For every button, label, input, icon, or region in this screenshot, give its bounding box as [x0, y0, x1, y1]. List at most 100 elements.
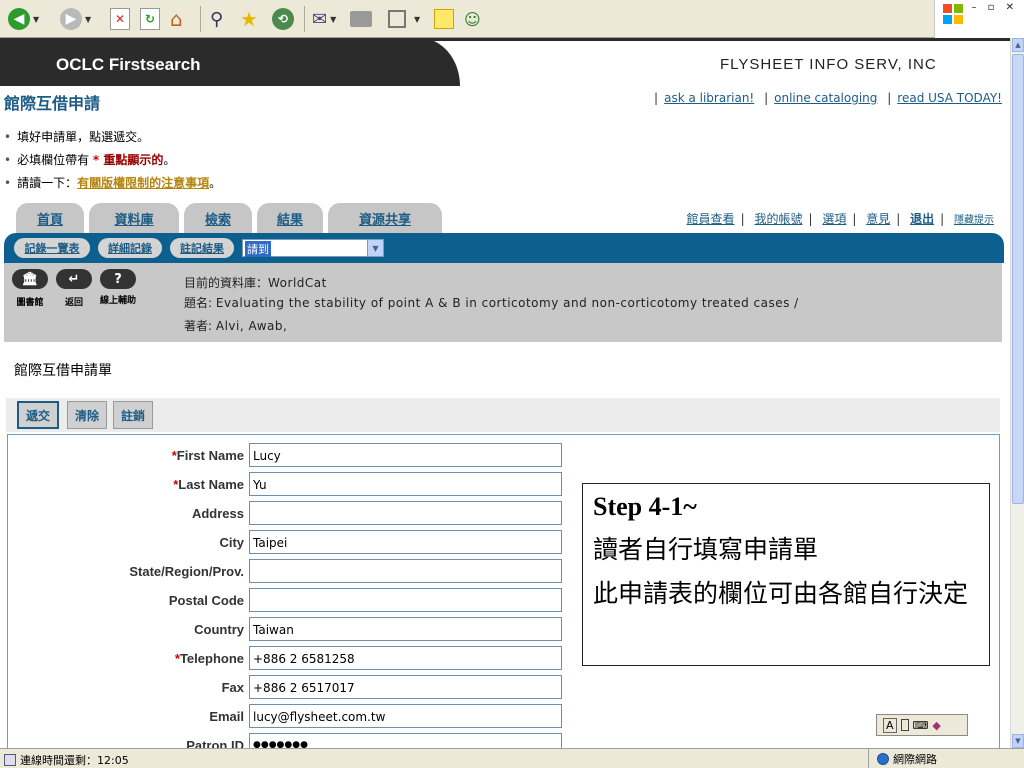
security-zone: 網際網路: [868, 749, 937, 768]
back-button[interactable]: ◀ ▼: [8, 6, 39, 32]
field-city: City Taipei: [8, 530, 608, 554]
state-input[interactable]: [249, 559, 562, 583]
clear-button[interactable]: 清除: [67, 401, 107, 429]
history-button[interactable]: ⟲: [272, 6, 294, 32]
refresh-button[interactable]: ↻: [140, 6, 160, 32]
top-links: | ask a librarian! | online cataloging | re…: [654, 91, 1002, 105]
home-button[interactable]: ⌂: [170, 6, 183, 32]
annotation-step: Step 4-1~: [593, 492, 697, 521]
field-email: Email lucy@flysheet.com.tw: [8, 704, 608, 728]
marked-records-button[interactable]: 註記結果: [170, 238, 234, 258]
country-input[interactable]: Taiwan: [249, 617, 562, 641]
ime-mode-icon: A: [883, 717, 897, 733]
goto-select[interactable]: 請到 ▼: [242, 239, 384, 257]
windows-logo: – ▫ ✕: [934, 0, 1024, 38]
copyright-notice-link[interactable]: 有關版權限制的注意事項: [77, 176, 209, 190]
postal-code-input[interactable]: [249, 588, 562, 612]
link-comments[interactable]: 意見: [866, 212, 890, 226]
library-icon: 🏛: [21, 271, 39, 287]
note-item: 必填欄位帶有 * 重點顯示的。: [4, 149, 221, 172]
tab-results[interactable]: 結果: [257, 203, 323, 233]
edit-button[interactable]: ▼: [388, 6, 420, 32]
field-last-name: *Last Name Yu: [8, 472, 608, 496]
fax-input[interactable]: +886 2 6517017: [249, 675, 562, 699]
forward-icon: ▶: [60, 8, 82, 30]
search-icon: ⚲: [210, 8, 224, 30]
internet-zone-icon: [877, 752, 889, 765]
search-button[interactable]: ⚲: [210, 6, 223, 32]
link-ask-librarian[interactable]: ask a librarian!: [664, 91, 754, 105]
vertical-scrollbar[interactable]: ▲ ▼: [1010, 38, 1024, 748]
stop-button[interactable]: ✕: [110, 6, 130, 32]
forward-button[interactable]: ▶ ▼: [60, 6, 91, 32]
brand-name: OCLC Firstsearch: [56, 55, 201, 74]
link-staff-view[interactable]: 館員查看: [687, 212, 735, 226]
last-name-input[interactable]: Yu: [249, 472, 562, 496]
email-input[interactable]: lucy@flysheet.com.tw: [249, 704, 562, 728]
link-usa-today[interactable]: read USA TODAY!: [897, 91, 1002, 105]
city-input[interactable]: Taipei: [249, 530, 562, 554]
edit-icon: [388, 10, 406, 28]
site-header: OCLC Firstsearch FLYSHEET INFO SERV, INC: [0, 38, 1010, 86]
favorites-icon: ★: [240, 7, 258, 31]
return-label: 返回: [64, 298, 83, 308]
back-icon: ◀: [8, 8, 30, 30]
library-button[interactable]: 🏛: [12, 269, 48, 289]
ime-toolbar[interactable]: A ⌨ ◆: [876, 714, 968, 736]
field-state: State/Region/Prov.: [8, 559, 608, 583]
cancel-button[interactable]: 註銷: [113, 401, 153, 429]
help-button[interactable]: ?: [100, 269, 136, 289]
field-telephone: *Telephone +886 2 6581258: [8, 646, 608, 670]
keyboard-icon: ⌨: [912, 718, 929, 732]
first-name-input[interactable]: Lucy: [249, 443, 562, 467]
results-subbar: 記錄一覽表 詳細記錄 註記結果 請到 ▼: [4, 233, 1004, 263]
instruction-notes: 填好申請單，點選遞交。 必填欄位帶有 * 重點顯示的。 請讀一下：有關版權限制的…: [4, 126, 221, 195]
field-fax: Fax +886 2 6517017: [8, 675, 608, 699]
return-button[interactable]: ↵: [56, 269, 92, 289]
link-my-account[interactable]: 我的帳號: [754, 212, 802, 226]
help-label: 線上輔助: [99, 296, 136, 306]
messenger-button[interactable]: ☺: [464, 6, 481, 32]
tab-databases[interactable]: 資料庫: [89, 203, 179, 233]
annotation-line1: 讀者自行填寫申請單: [593, 535, 819, 564]
tab-search[interactable]: 檢索: [184, 203, 252, 233]
telephone-input[interactable]: +886 2 6581258: [249, 646, 562, 670]
detailed-record-button[interactable]: 詳細記錄: [98, 238, 162, 258]
help-icon: ?: [114, 271, 122, 287]
print-button[interactable]: [350, 6, 372, 32]
form-title: 館際互借申請單: [14, 363, 112, 379]
submit-button[interactable]: 遞交: [17, 401, 59, 429]
address-input[interactable]: [249, 501, 562, 525]
browser-toolbar: ◀ ▼ ▶ ▼ ✕ ↻ ⌂ ⚲ ★ ⟲ ✉ ▼ ▼ ☺ – ▫ ✕: [0, 0, 1024, 38]
tab-resource-sharing[interactable]: 資源共享: [328, 203, 442, 233]
notes-button[interactable]: [434, 6, 454, 32]
scroll-up-icon[interactable]: ▲: [1012, 38, 1024, 52]
print-icon: [350, 11, 372, 27]
record-list-button[interactable]: 記錄一覽表: [14, 238, 90, 258]
note-item: 請讀一下：有關版權限制的注意事項。: [4, 172, 221, 195]
account-links: 館員查看 | 我的帳號 | 選項 | 意見 | 退出 | 隱藏提示: [686, 212, 994, 226]
page-icon: [4, 754, 16, 766]
institution-name: FLYSHEET INFO SERV, INC: [720, 56, 937, 73]
window-controls[interactable]: – ▫ ✕: [971, 2, 1018, 13]
mail-button[interactable]: ✉ ▼: [312, 6, 336, 32]
chevron-down-icon: ▼: [367, 240, 383, 256]
link-hide-tips[interactable]: 隱藏提示: [954, 215, 994, 226]
library-label: 圖書館: [16, 298, 44, 308]
favorites-button[interactable]: ★: [240, 6, 258, 32]
status-bar: 連線時間還剩：12:05 網際網路: [0, 748, 1024, 768]
scroll-down-icon[interactable]: ▼: [1012, 734, 1024, 748]
mail-icon: ✉: [312, 8, 328, 30]
tab-home[interactable]: 首頁: [16, 203, 84, 233]
messenger-icon: ☺: [464, 9, 481, 29]
link-options[interactable]: 選項: [822, 212, 846, 226]
record-title: 題名: Evaluating the stability of point A …: [184, 296, 799, 310]
link-exit[interactable]: 退出: [910, 212, 934, 226]
record-info-panel: 🏛 ↵ ? 圖書館 返回 線上輔助 目前的資料庫：WorldCat 題名: Ev…: [4, 263, 1002, 342]
status-text: 連線時間還剩：12:05: [20, 754, 129, 767]
link-online-cataloging[interactable]: online cataloging: [774, 91, 877, 105]
record-author: 著者: Alvi, Awab,: [184, 319, 288, 333]
windows-flag-icon: [943, 4, 963, 24]
scroll-thumb[interactable]: [1012, 54, 1024, 504]
field-address: Address: [8, 501, 608, 525]
